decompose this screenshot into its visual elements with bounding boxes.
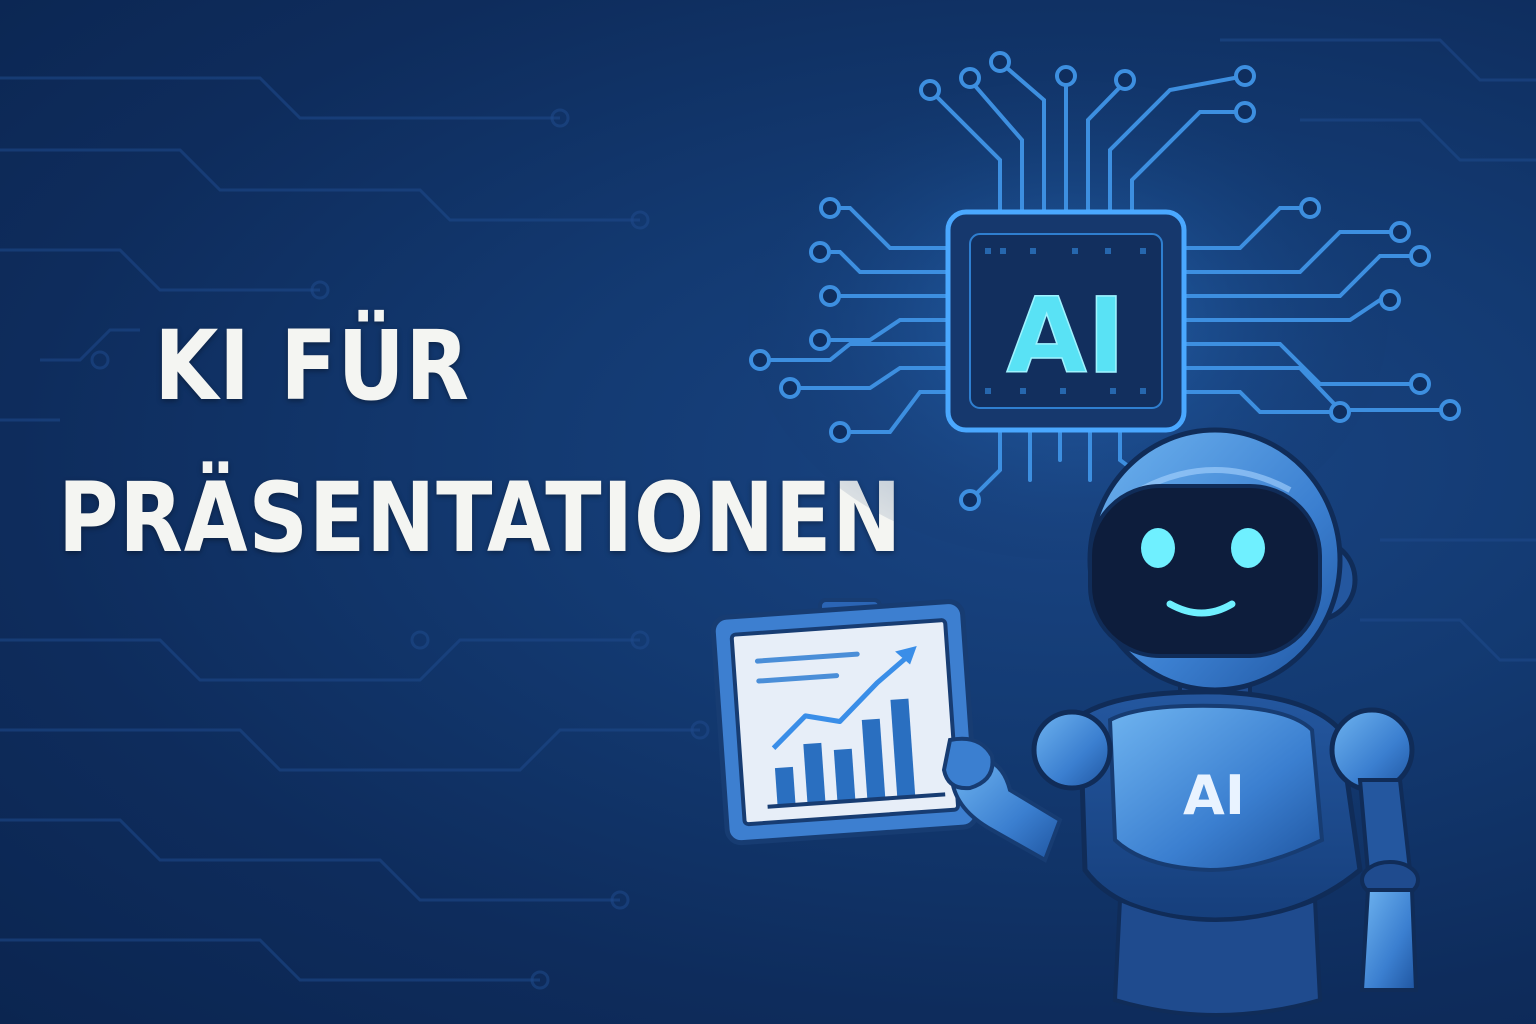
torso-ai-label: AI bbox=[1183, 764, 1245, 827]
robot-illustration: AI bbox=[710, 427, 1420, 1017]
chip-ai-label: AI bbox=[1006, 275, 1125, 397]
robot-left-eye bbox=[1141, 528, 1175, 568]
robot-head bbox=[1087, 427, 1358, 693]
clipboard bbox=[710, 598, 980, 846]
hero-banner: KI FÜR PRÄSENTATIONEN AI AI bbox=[0, 0, 1536, 1024]
robot-right-eye bbox=[1231, 528, 1265, 568]
